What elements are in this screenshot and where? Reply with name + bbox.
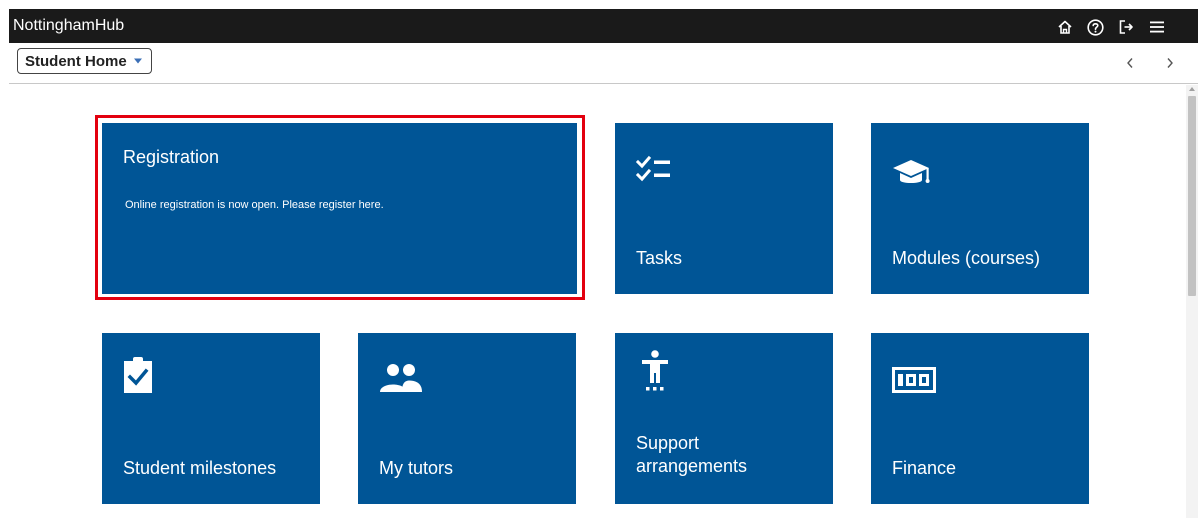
scroll-up-arrow[interactable] [1189,87,1195,91]
menu-icon[interactable] [1147,17,1167,37]
tile-support-arrangements-label: Support arrangements [636,432,747,478]
tile-registration-description: Online registration is now open. Please … [125,199,384,211]
home-icon[interactable] [1055,17,1075,37]
vertical-scrollbar[interactable] [1186,85,1198,518]
clipboard-check-icon [123,356,153,394]
previous-page-button[interactable] [1122,55,1138,71]
people-icon [379,363,423,393]
tile-finance-label: Finance [892,458,957,478]
accessibility-icon [641,350,671,392]
tile-student-milestones-label: Student milestones [123,458,277,478]
tile-finance[interactable]: Finance [871,333,1089,504]
tile-my-tutors[interactable]: My tutors [358,333,576,504]
sign-out-icon[interactable] [1116,17,1136,37]
app-title: NottinghamHub [13,17,125,34]
homepage-selector-label: Student Home [25,52,127,70]
graduation-cap-icon [892,159,932,189]
help-icon[interactable] [1085,17,1105,37]
tile-tasks[interactable]: Tasks [615,123,833,294]
tile-support-arrangements[interactable]: Support arrangements [615,333,833,504]
page: NottinghamHub Student Home Registration … [0,0,1198,518]
tile-support-label-line2: arrangements [636,456,748,476]
tile-tasks-label: Tasks [636,248,683,268]
tile-registration[interactable]: Registration Online registration is now … [102,123,577,294]
caret-down-icon [133,52,143,70]
tile-registration-title: Registration [123,147,220,167]
homepage-selector[interactable]: Student Home [17,48,152,74]
tile-modules[interactable]: Modules (courses) [871,123,1089,294]
money-counter-icon [892,367,936,393]
tile-support-label-line1: Support [636,433,700,453]
homepage-bar: Student Home [9,43,1198,84]
tile-my-tutors-label: My tutors [379,458,454,478]
scrollbar-thumb[interactable] [1188,96,1196,296]
next-page-button[interactable] [1162,55,1178,71]
tile-modules-label: Modules (courses) [892,248,1041,268]
checklist-icon [636,155,672,185]
top-navigation-bar: NottinghamHub [9,9,1198,43]
tile-student-milestones[interactable]: Student milestones [102,333,320,504]
